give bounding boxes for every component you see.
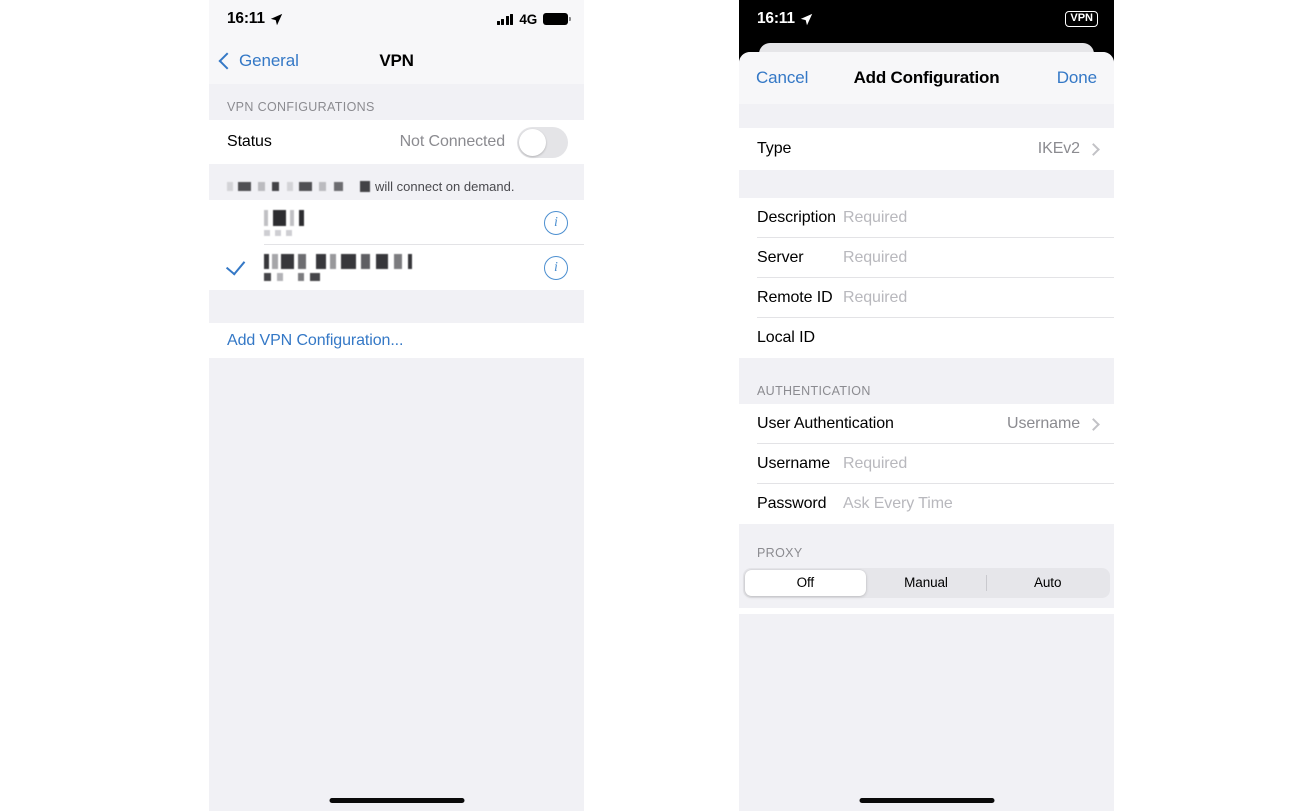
username-field-row[interactable]: Username Required (739, 444, 1114, 484)
server-field-row[interactable]: Server Required (739, 238, 1114, 278)
status-bar-indicators: 4G (496, 11, 571, 27)
navigation-bar: General VPN (209, 38, 584, 84)
home-indicator[interactable] (859, 798, 994, 803)
group-spacer (209, 290, 584, 323)
group-spacer-top (739, 104, 1114, 128)
add-vpn-configuration-button[interactable]: Add VPN Configuration... (209, 323, 584, 358)
status-value: Not Connected (399, 133, 506, 150)
on-demand-footnote: will connect on demand. (209, 164, 584, 200)
username-label: Username (757, 455, 831, 472)
sheet-navigation-bar: Cancel Add Configuration Done (739, 52, 1114, 104)
description-label: Description (757, 209, 836, 226)
section-header-authentication: AUTHENTICATION (739, 358, 1114, 404)
back-button-general[interactable]: General (218, 51, 299, 71)
proxy-segmented-control-wrap: Off Manual Auto (739, 566, 1114, 598)
network-type-label: 4G (519, 11, 537, 27)
local-id-label: Local ID (757, 329, 815, 346)
sheet-content-background (739, 614, 1114, 811)
info-circle-icon[interactable]: i (544, 210, 568, 235)
back-button-label: General (239, 51, 299, 70)
status-label: Status (227, 133, 272, 150)
content-background (209, 358, 584, 758)
server-input[interactable]: Required (843, 249, 907, 267)
status-bar: 16:11 VPN (739, 0, 1114, 38)
redacted-config-title-1 (264, 209, 308, 226)
redacted-config-name-2 (360, 180, 370, 192)
vpn-config-names-1 (264, 209, 308, 236)
cancel-button[interactable]: Cancel (756, 68, 808, 88)
type-label: Type (757, 140, 792, 157)
status-bar-time-group: 16:11 (227, 10, 283, 28)
type-value: IKEv2 (1037, 140, 1080, 157)
done-button[interactable]: Done (1057, 68, 1097, 88)
vpn-settings-screen: 16:11 4G General VPN VPN CONFIGURATIONS … (209, 0, 584, 811)
location-arrow-icon (800, 13, 812, 25)
cellular-bars-icon (496, 13, 514, 25)
redacted-config-subtitle-1 (264, 229, 294, 236)
user-authentication-value: Username (1006, 415, 1080, 432)
vpn-config-row-2[interactable]: i (209, 245, 584, 290)
on-demand-footnote-text: will connect on demand. (375, 178, 515, 194)
redacted-config-name (227, 181, 355, 191)
remote-id-input[interactable]: Required (843, 289, 907, 307)
home-indicator[interactable] (329, 798, 464, 803)
section-header-vpn-configurations: VPN CONFIGURATIONS (209, 84, 584, 120)
proxy-segment-manual[interactable]: Manual (866, 570, 987, 596)
battery-full-icon (543, 13, 571, 25)
vpn-config-row-1[interactable]: i (209, 200, 584, 245)
status-row: Status Not Connected (209, 120, 584, 164)
add-vpn-configuration-label: Add VPN Configuration... (227, 331, 404, 349)
check-slot-selected (209, 255, 264, 276)
status-bar-indicators: VPN (1065, 10, 1098, 28)
user-authentication-row[interactable]: User Authentication Username (739, 404, 1114, 444)
proxy-segmented-control[interactable]: Off Manual Auto (743, 568, 1110, 598)
redacted-config-subtitle-2 (264, 273, 320, 281)
status-bar-time-group: 16:11 (757, 10, 813, 28)
checkmark-icon (225, 255, 246, 276)
info-circle-icon[interactable]: i (544, 255, 568, 280)
vpn-status-toggle[interactable] (517, 126, 568, 158)
user-authentication-label: User Authentication (757, 415, 894, 432)
location-arrow-icon (270, 13, 282, 25)
username-input[interactable]: Required (843, 455, 907, 473)
password-input[interactable]: Ask Every Time (843, 495, 953, 513)
local-id-field-row[interactable]: Local ID (739, 318, 1114, 358)
chevron-left-icon (218, 52, 236, 70)
status-bar: 16:11 4G (209, 0, 584, 38)
add-configuration-sheet: Cancel Add Configuration Done Type IKEv2… (739, 52, 1114, 811)
status-bar-time: 16:11 (227, 10, 265, 27)
password-label: Password (757, 495, 827, 512)
status-bar-time: 16:11 (757, 10, 795, 27)
chevron-right-icon (1087, 417, 1100, 431)
group-spacer-connection (739, 170, 1114, 198)
proxy-segment-auto[interactable]: Auto (987, 570, 1108, 596)
description-input[interactable]: Required (843, 209, 907, 227)
type-row[interactable]: Type IKEv2 (739, 128, 1114, 170)
password-field-row[interactable]: Password Ask Every Time (739, 484, 1114, 524)
remote-id-label: Remote ID (757, 289, 833, 306)
remote-id-field-row[interactable]: Remote ID Required (739, 278, 1114, 318)
proxy-segment-off[interactable]: Off (745, 570, 866, 596)
add-configuration-screen: 16:11 VPN Cancel Add Configuration Done … (739, 0, 1114, 811)
redacted-config-title-2 (264, 254, 412, 269)
vpn-status-badge: VPN (1065, 10, 1098, 28)
description-field-row[interactable]: Description Required (739, 198, 1114, 238)
chevron-right-icon (1087, 142, 1100, 156)
toggle-knob (519, 128, 546, 156)
server-label: Server (757, 249, 804, 266)
section-header-proxy: PROXY (739, 524, 1114, 566)
group-spacer-after-proxy (739, 598, 1114, 608)
vpn-config-names-2 (264, 254, 412, 281)
